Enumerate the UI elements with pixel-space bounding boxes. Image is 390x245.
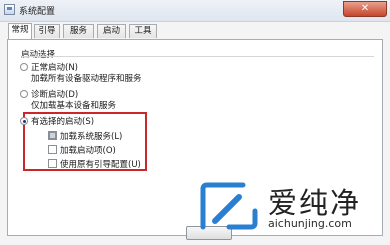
use-original-boot-config-checkbox[interactable] <box>48 159 57 168</box>
load-startup-items-label[interactable]: 加载启动项(O) <box>60 144 116 156</box>
load-startup-items-checkbox[interactable] <box>48 145 57 154</box>
startup-group-label: 启动选择 <box>21 50 56 60</box>
watermark-url: aichunjing.com <box>268 217 352 230</box>
diagnostic-startup-desc: 仅加载基本设备和服务 <box>31 101 117 111</box>
tab-general[interactable]: 常规 <box>8 23 32 39</box>
system-config-window: 系统配置 ✕ 常规 引导 服务 启动 工具 启动选择 正常启动(N) 加载所有设… <box>0 0 390 245</box>
tab-startup[interactable]: 启动 <box>97 24 126 38</box>
group-divider <box>22 56 374 57</box>
close-button[interactable]: ✕ <box>343 1 387 17</box>
title-bar[interactable]: 系统配置 ✕ <box>0 0 390 22</box>
tab-boot[interactable]: 引导 <box>34 24 60 38</box>
diagnostic-startup-radio[interactable] <box>20 90 28 98</box>
use-original-boot-config-label[interactable]: 使用原有引导配置(U) <box>60 158 141 170</box>
normal-startup-desc: 加载所有设备驱动程序和服务 <box>31 74 142 84</box>
load-system-services-checkbox[interactable] <box>48 131 57 140</box>
app-icon <box>4 4 15 15</box>
tab-tools[interactable]: 工具 <box>129 24 157 38</box>
watermark-logo-icon <box>200 182 258 230</box>
window-title: 系统配置 <box>19 7 56 17</box>
load-system-services-label[interactable]: 加载系统服务(L) <box>60 130 122 142</box>
watermark-brand: 爱纯净 <box>268 186 362 220</box>
tab-services[interactable]: 服务 <box>63 24 94 38</box>
selective-startup-label[interactable]: 有选择的启动(S) <box>31 115 94 127</box>
normal-startup-radio[interactable] <box>20 63 28 71</box>
selective-startup-radio[interactable] <box>20 117 28 125</box>
